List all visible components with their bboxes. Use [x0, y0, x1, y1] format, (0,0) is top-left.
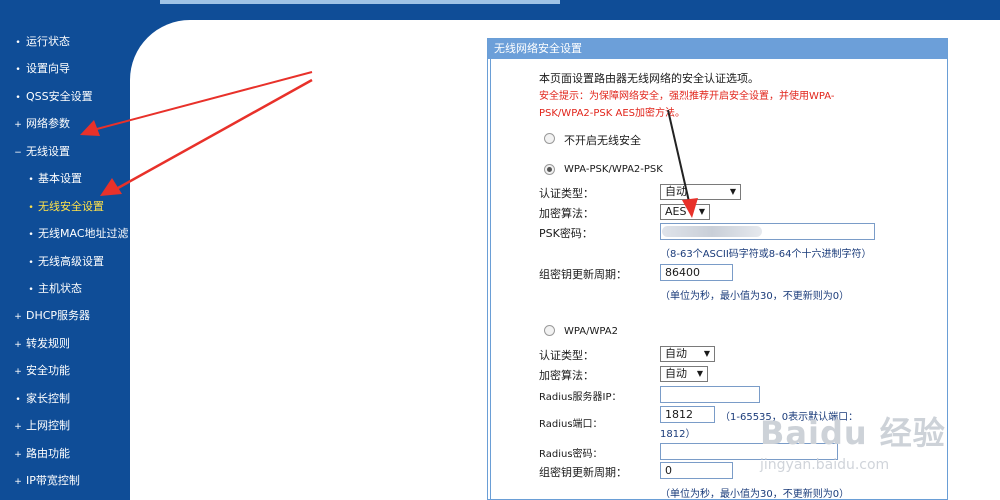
radio-no-security-label: 不开启无线安全 — [564, 134, 641, 147]
radius-port-hint-2: 1812） — [660, 429, 696, 440]
psk-password-input[interactable] — [660, 223, 875, 240]
sidebar-item-qss[interactable]: • QSS安全设置 — [13, 86, 93, 108]
sidebar-item-label: 转发规则 — [26, 337, 70, 350]
sidebar-item-label: 家长控制 — [26, 392, 70, 405]
sidebar-item-wireless[interactable]: − 无线设置 — [13, 141, 70, 163]
sidebar-item-label: 无线安全设置 — [38, 200, 104, 213]
psk-auth-type-label: 认证类型： — [539, 187, 594, 200]
sidebar-item-label: 路由功能 — [26, 447, 70, 460]
chevron-down-icon: ▼ — [698, 207, 705, 216]
sidebar-item-label: QSS安全设置 — [26, 90, 93, 103]
sidebar-nav: • 运行状态 • 设置向导 • QSS安全设置 + 网络参数 − 无线设置 • 基本设置 •… — [0, 20, 130, 500]
sidebar-item-mac-filter[interactable]: • 无线MAC地址过滤 — [28, 223, 129, 245]
psk-renew-hint: （单位为秒，最小值为30，不更新则为0） — [660, 291, 850, 302]
blurred-password — [662, 226, 762, 237]
psk-password-hint: （8-63个ASCII码字符或8-64个十六进制字符） — [660, 249, 872, 260]
security-tip-line2: PSK/WPA2-PSK AES加密方法。 — [539, 108, 686, 119]
security-tip-line1: 安全提示：为保障网络安全，强烈推荐开启安全设置，并使用WPA- — [539, 91, 835, 102]
wpa-encryption-label: 加密算法： — [539, 369, 594, 382]
sidebar-item-label: 无线高级设置 — [38, 255, 104, 268]
sidebar-item-basic[interactable]: • 基本设置 — [28, 168, 82, 190]
chevron-down-icon: ▼ — [696, 369, 703, 378]
wpa-renew-hint: （单位为秒，最小值为30，不更新则为0） — [660, 489, 850, 500]
sidebar-item-access-control[interactable]: + 上网控制 — [13, 415, 70, 437]
sidebar-item-wizard[interactable]: • 设置向导 — [13, 58, 70, 80]
sidebar-item-label: 上网控制 — [26, 419, 70, 432]
psk-renew-label: 组密钥更新周期： — [539, 268, 627, 281]
radius-ip-label: Radius服务器IP： — [539, 392, 622, 403]
radius-password-label: Radius密码： — [539, 449, 603, 460]
wpa-auth-type-label: 认证类型： — [539, 349, 594, 362]
sidebar-item-network[interactable]: + 网络参数 — [13, 113, 70, 135]
sidebar-item-wireless-security[interactable]: • 无线安全设置 — [28, 196, 104, 218]
radius-port-input[interactable]: 1812 — [660, 406, 715, 423]
radius-port-label: Radius端口： — [539, 419, 603, 430]
sidebar-item-dhcp[interactable]: + DHCP服务器 — [13, 305, 90, 327]
wpa-encryption-select[interactable]: 自动 ▼ — [660, 366, 708, 382]
watermark-logo: Baidu 经验 — [760, 414, 946, 452]
radio-wpa-psk[interactable] — [544, 164, 555, 175]
chevron-down-icon: ▼ — [703, 349, 710, 358]
sidebar-item-label: 网络参数 — [26, 117, 70, 130]
wpa-renew-label: 组密钥更新周期： — [539, 466, 627, 479]
sidebar-item-label: DHCP服务器 — [26, 309, 91, 322]
psk-encryption-label: 加密算法： — [539, 207, 594, 220]
radio-wpa-psk-label: WPA-PSK/WPA2-PSK — [564, 164, 663, 175]
sidebar-item-label: 设置向导 — [26, 62, 70, 75]
sidebar-item-label: IP带宽控制 — [26, 474, 80, 487]
sidebar-item-label: 无线设置 — [26, 145, 70, 158]
wpa-renew-input[interactable]: 0 — [660, 462, 733, 479]
sidebar-item-security[interactable]: + 安全功能 — [13, 360, 70, 382]
sidebar-item-label: 无线MAC地址过滤 — [38, 227, 129, 240]
sidebar-item-routing[interactable]: + 路由功能 — [13, 443, 70, 465]
sidebar-item-advanced[interactable]: • 无线高级设置 — [28, 251, 104, 273]
watermark-url: jingyan.baidu.com — [760, 457, 890, 473]
sidebar-item-bandwidth[interactable]: + IP带宽控制 — [13, 470, 80, 492]
sidebar-item-forwarding[interactable]: + 转发规则 — [13, 333, 70, 355]
sidebar-item-label: 安全功能 — [26, 364, 70, 377]
psk-renew-input[interactable]: 86400 — [660, 264, 733, 281]
banner-strip — [160, 0, 560, 4]
radio-no-security[interactable] — [544, 133, 555, 144]
wpa-auth-type-select[interactable]: 自动 ▼ — [660, 346, 715, 362]
chevron-down-icon: ▼ — [729, 187, 736, 196]
sidebar-item-label: 基本设置 — [38, 172, 82, 185]
intro-text: 本页面设置路由器无线网络的安全认证选项。 — [539, 72, 759, 85]
sidebar-item-parental[interactable]: • 家长控制 — [13, 388, 70, 410]
sidebar-item-hosts[interactable]: • 主机状态 — [28, 278, 82, 300]
radio-wpa-label: WPA/WPA2 — [564, 326, 618, 337]
sidebar-curve — [130, 20, 210, 100]
top-banner — [0, 0, 1000, 20]
radius-ip-input[interactable] — [660, 386, 760, 403]
panel-title: 无线网络安全设置 — [488, 39, 947, 59]
sidebar-item-status[interactable]: • 运行状态 — [13, 31, 70, 53]
psk-auth-type-select[interactable]: 自动 ▼ — [660, 184, 741, 200]
sidebar-item-label: 主机状态 — [38, 282, 82, 295]
radio-wpa[interactable] — [544, 325, 555, 336]
sidebar-item-label: 运行状态 — [26, 35, 70, 48]
psk-encryption-select[interactable]: AES ▼ — [660, 204, 710, 220]
psk-password-label: PSK密码： — [539, 227, 593, 240]
